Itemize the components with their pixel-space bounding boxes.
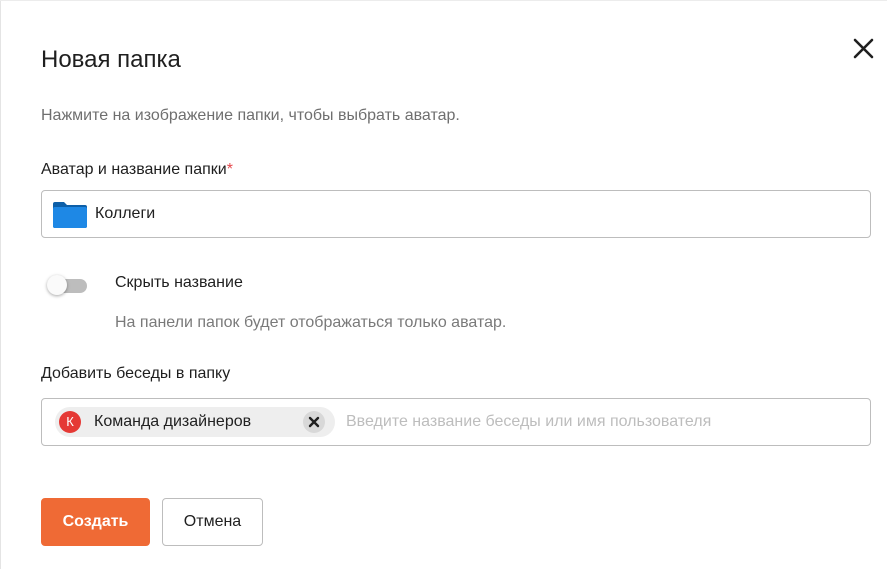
hide-name-title: Скрыть название	[115, 274, 243, 291]
add-chats-label: Добавить беседы в папку	[41, 365, 231, 382]
required-mark: *	[226, 161, 233, 178]
create-button[interactable]: Создать	[41, 498, 150, 546]
close-icon	[853, 38, 874, 59]
dialog-hint: Нажмите на изображение папки, чтобы выбр…	[41, 107, 460, 124]
toggle-knob	[47, 275, 67, 295]
add-chats-input[interactable]	[346, 399, 856, 445]
cancel-button[interactable]: Отмена	[162, 498, 263, 546]
folder-name-label: Аватар и название папки*	[41, 160, 233, 180]
folder-icon	[53, 202, 87, 228]
close-icon	[308, 416, 320, 428]
dialog-top-border	[0, 0, 887, 1]
dialog-left-border	[0, 0, 1, 569]
selected-chat-chip: К Команда дизайнеров	[55, 407, 335, 437]
dialog-title: Новая папка	[41, 46, 181, 73]
new-folder-dialog: Новая папка Нажмите на изображение папки…	[0, 0, 887, 569]
folder-avatar-button[interactable]	[52, 201, 88, 229]
add-chats-field: К Команда дизайнеров	[41, 398, 871, 446]
remove-chat-button[interactable]	[303, 411, 325, 433]
chat-avatar: К	[59, 411, 81, 433]
folder-name-label-text: Аватар и название папки	[41, 161, 227, 178]
folder-name-field	[41, 190, 871, 238]
chat-name: Команда дизайнеров	[94, 413, 252, 430]
close-button[interactable]	[848, 34, 878, 64]
folder-name-input[interactable]	[95, 191, 855, 237]
hide-name-toggle[interactable]	[45, 275, 93, 295]
hide-name-description: На панели папок будет отображаться тольк…	[115, 314, 507, 331]
